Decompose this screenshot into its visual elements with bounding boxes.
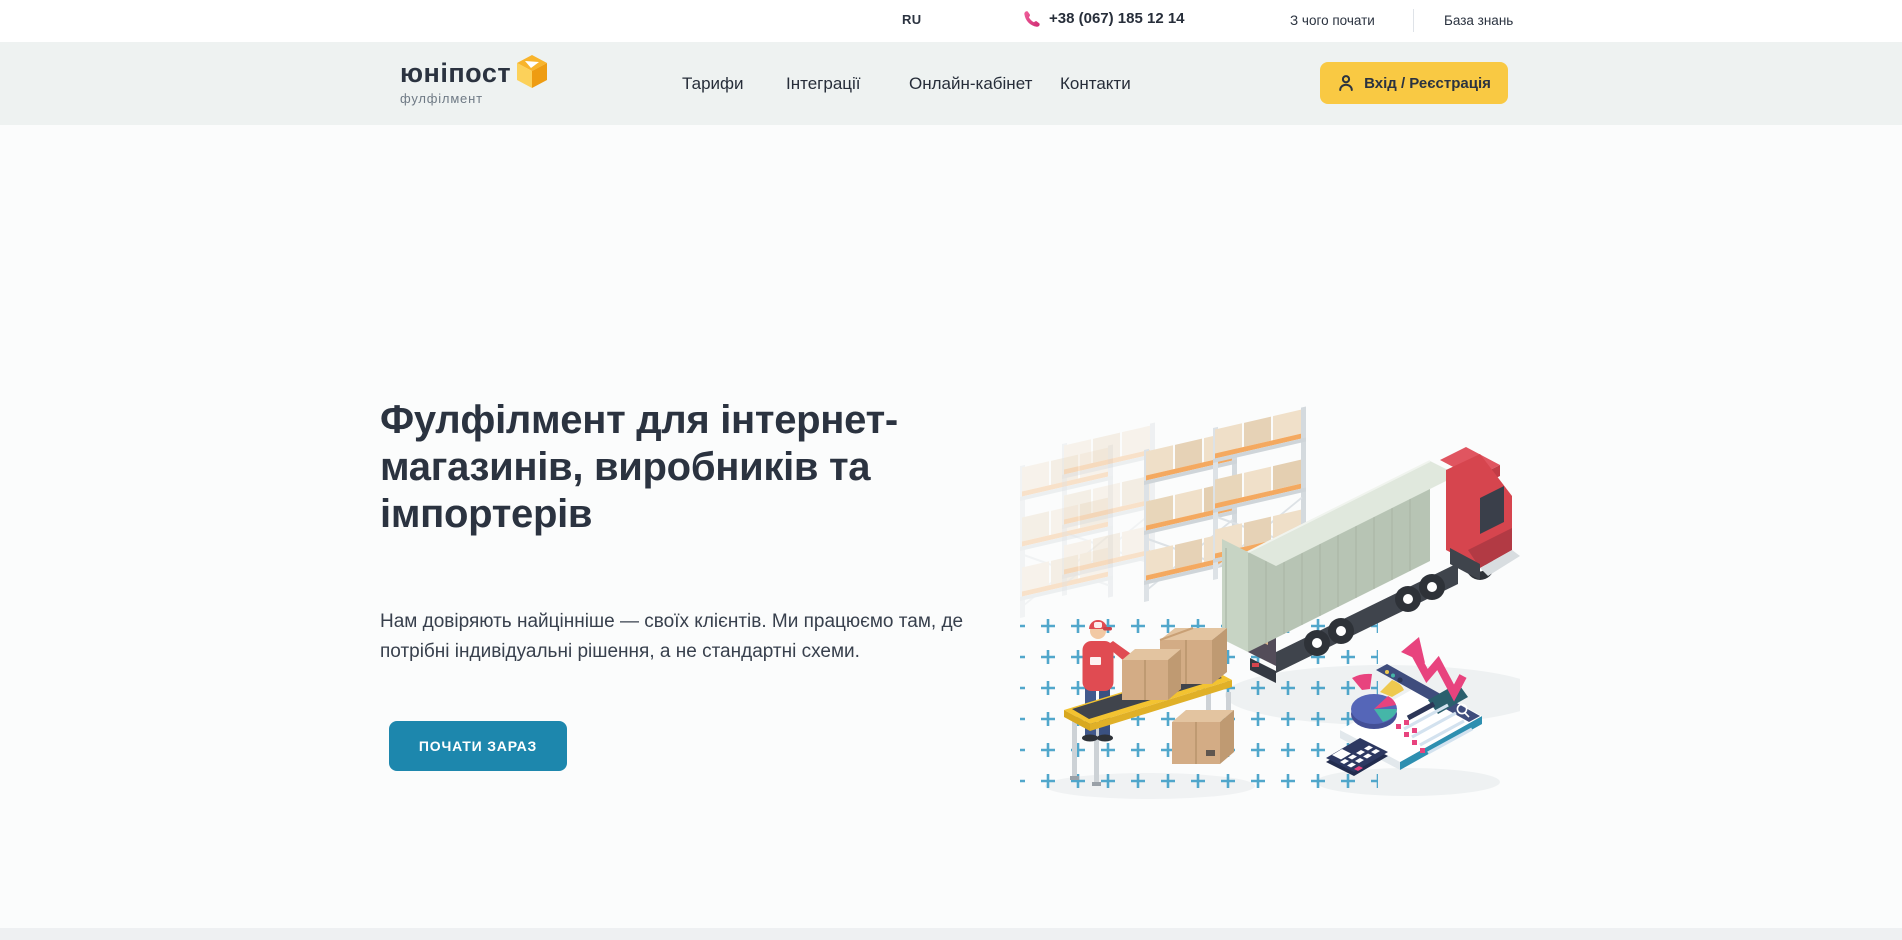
start-now-button[interactable]: ПОЧАТИ ЗАРАЗ bbox=[389, 721, 567, 771]
cube-icon bbox=[517, 55, 547, 88]
truck-cab bbox=[1440, 447, 1520, 580]
logo-title: юніпост bbox=[400, 57, 511, 89]
bottom-strip bbox=[0, 928, 1902, 940]
hero-description: Нам довіряють найцінніше — своїх клієнті… bbox=[380, 607, 980, 667]
hero-section: Фулфілмент для інтернет-магазинів, вироб… bbox=[0, 125, 1902, 928]
phone-link[interactable]: +38 (067) 185 12 14 bbox=[1022, 9, 1185, 28]
nav-item-online-cabinet[interactable]: Онлайн-кабінет bbox=[909, 42, 1032, 125]
nav-item-integrations[interactable]: Інтеграції bbox=[786, 42, 861, 125]
logo-subtitle: фулфілмент bbox=[400, 91, 547, 106]
nav-item-contacts[interactable]: Контакти bbox=[1060, 42, 1131, 125]
site-header: юніпост фулфілмент Тарифи Інтеграції Онл… bbox=[0, 42, 1902, 125]
link-how-to-start[interactable]: З чого почати bbox=[1290, 13, 1375, 28]
link-knowledge-base[interactable]: База знань bbox=[1444, 13, 1513, 28]
topbar-divider bbox=[1413, 9, 1414, 32]
nav-item-tariffs[interactable]: Тарифи bbox=[682, 42, 744, 125]
phone-number: +38 (067) 185 12 14 bbox=[1049, 10, 1185, 27]
hero-title: Фулфілмент для інтернет-магазинів, вироб… bbox=[380, 397, 1052, 538]
logo[interactable]: юніпост фулфілмент bbox=[400, 57, 547, 106]
person-icon bbox=[1337, 74, 1355, 92]
language-switcher[interactable]: RU bbox=[902, 12, 922, 27]
login-register-button[interactable]: Вхід / Реєстрація bbox=[1320, 62, 1508, 104]
login-button-label: Вхід / Реєстрація bbox=[1364, 75, 1491, 92]
top-utility-bar: RU +38 (067) 185 12 14 З чого почати Баз… bbox=[0, 0, 1902, 42]
warehouse-illustration bbox=[1010, 400, 1520, 800]
phone-icon bbox=[1022, 9, 1041, 28]
